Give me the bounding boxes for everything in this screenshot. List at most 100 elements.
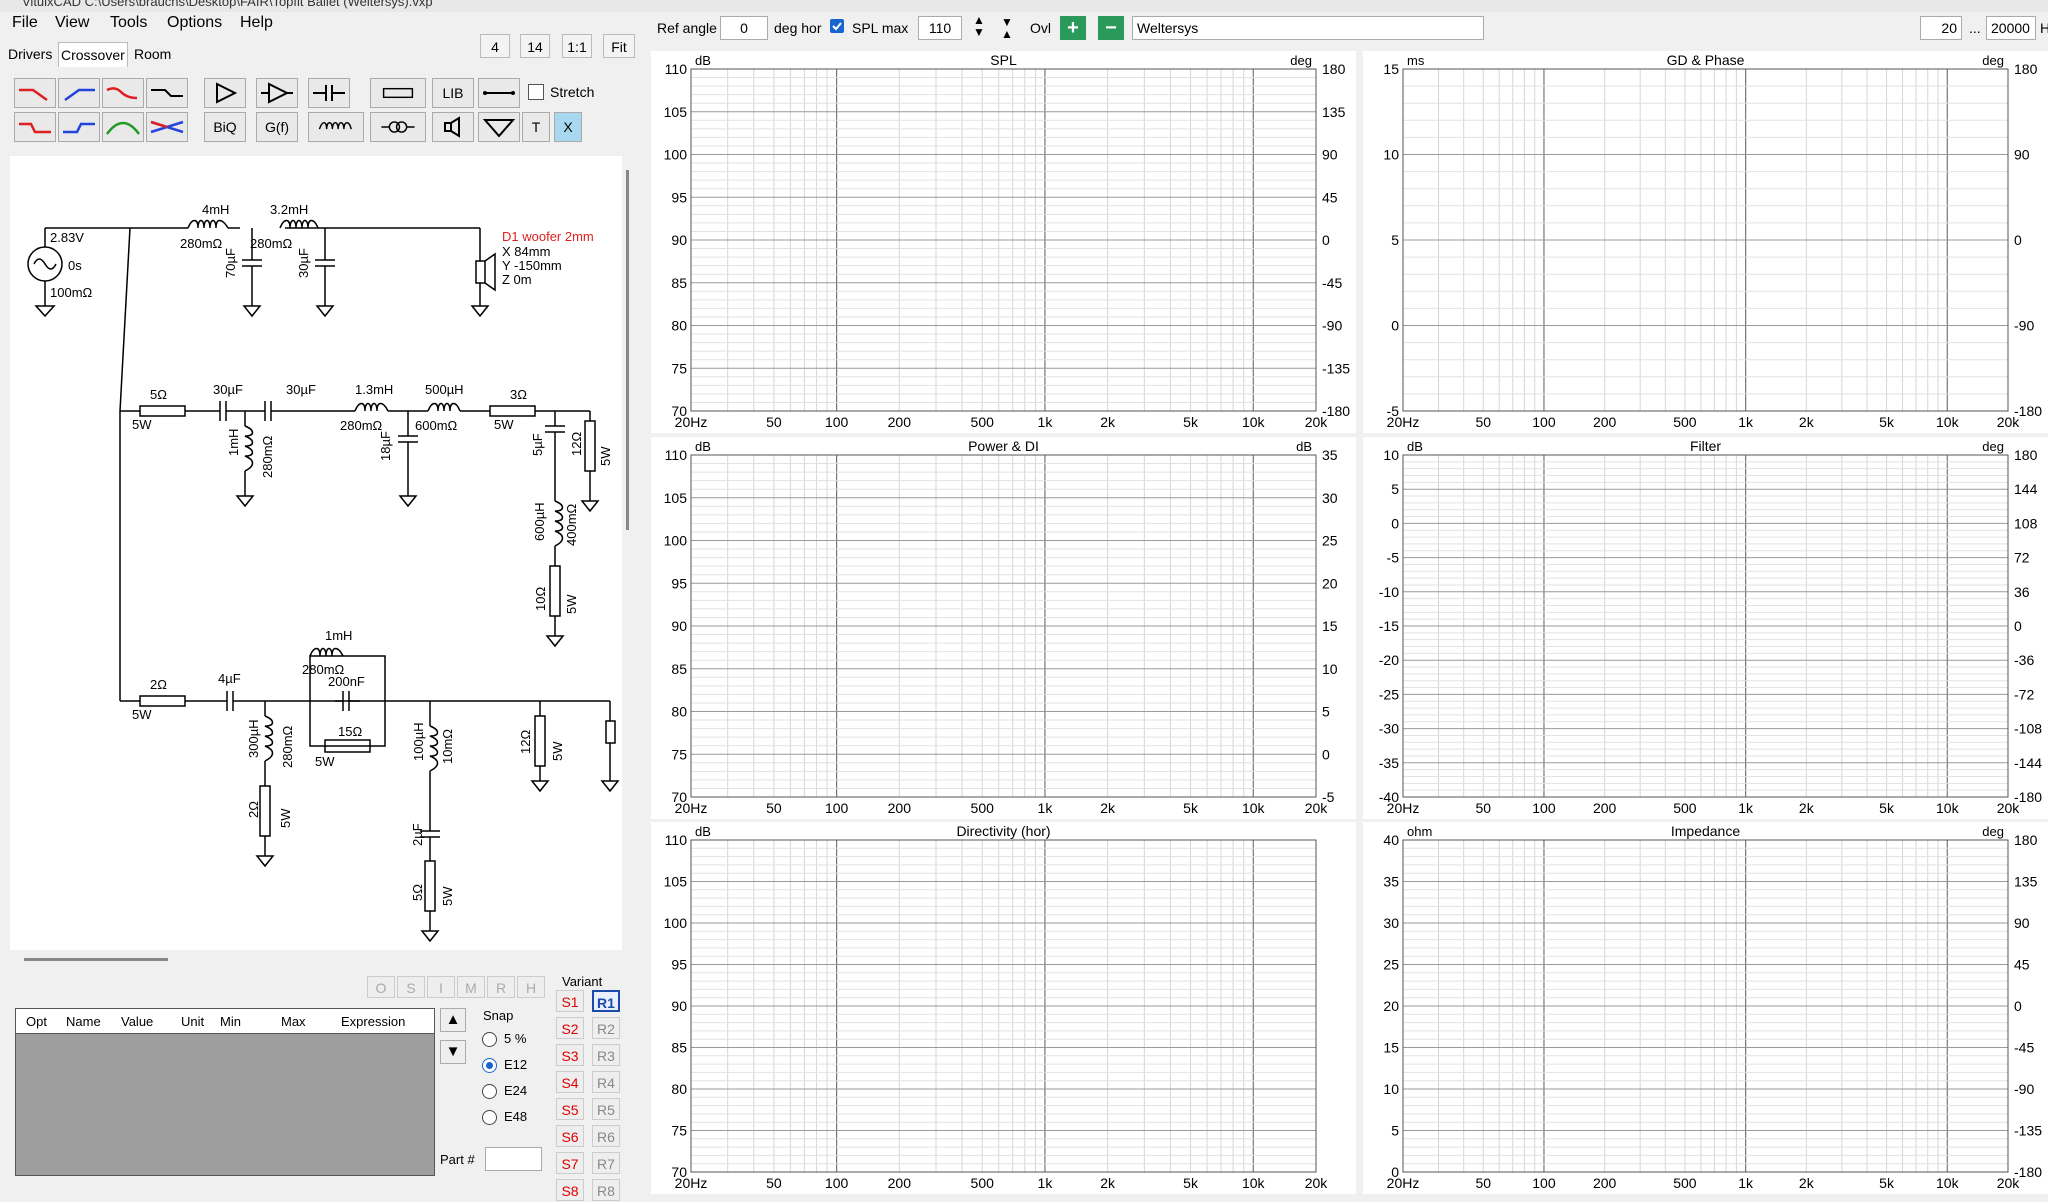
capacitor-button[interactable] [308, 78, 350, 108]
spl-range-toggle-icon[interactable]: ▼ ▲ [996, 16, 1018, 40]
opt-i-button[interactable]: I [427, 976, 455, 998]
y-tick-label: 5 [1391, 481, 1399, 497]
parameter-table[interactable]: Opt Name Value Unit Min Max Expression [15, 1008, 435, 1176]
text-button[interactable]: T [522, 112, 550, 142]
opt-s-button[interactable]: S [397, 976, 425, 998]
step-button[interactable] [146, 78, 188, 108]
amplifier-button[interactable] [256, 78, 298, 108]
driver-button[interactable] [432, 112, 474, 142]
highpass-2nd-button[interactable] [58, 112, 100, 142]
y2-tick-label: 90 [2014, 147, 2030, 163]
snap-e48-radio[interactable] [482, 1110, 497, 1125]
bandpass-button[interactable] [102, 112, 144, 142]
chart-directivity[interactable]: 110 105 100 95 90 85 80 75 70 20Hz 50 100 200 500 1k 2k… [651, 822, 1356, 1194]
variant-s5-button[interactable]: S5 [556, 1098, 584, 1120]
chart-power-di[interactable]: 110 35 105 30 100 25 95 20 90 15 85 10 80 5 75 0 70 -5 20H… [651, 437, 1356, 819]
spl-max-input[interactable]: 110 [918, 16, 962, 40]
variant-r2-button[interactable]: R2 [592, 1017, 620, 1039]
y-tick-label: 85 [671, 661, 687, 677]
chart-spl[interactable]: 110 180 105 135 100 90 95 45 90 0 85 -45 80 -90 75 -135… [651, 51, 1356, 433]
part-number-input[interactable] [485, 1147, 542, 1171]
label-r4: 10Ω [533, 587, 548, 611]
zoom-14-button[interactable]: 14 [520, 34, 550, 58]
schematic-hscrollbar[interactable] [24, 958, 168, 961]
buffer-button[interactable] [204, 78, 246, 108]
lowpass-1st-button[interactable] [14, 78, 56, 108]
variant-s8-button[interactable]: S8 [556, 1179, 584, 1201]
variant-r8-button[interactable]: R8 [592, 1179, 620, 1201]
opt-m-button[interactable]: M [457, 976, 485, 998]
overlay-name-input[interactable]: Weltersys [1132, 16, 1484, 40]
y2-tick-label: 45 [1322, 189, 1338, 205]
inductor-button[interactable] [308, 112, 364, 142]
variant-r3-button[interactable]: R3 [592, 1044, 620, 1066]
variant-s6-button[interactable]: S6 [556, 1125, 584, 1147]
label-l7: 1mH [325, 628, 352, 643]
library-button[interactable]: LIB [432, 78, 474, 108]
chart-filter[interactable]: 10 180 5 144 0 108 -5 72 -10 36 -15 0 -20 -36 -25 -72 -3… [1363, 437, 2048, 819]
snap-e12-radio[interactable] [482, 1058, 497, 1073]
variant-s3-button[interactable]: S3 [556, 1044, 584, 1066]
transfer-function-button[interactable]: G(f) [256, 112, 298, 142]
y2-tick-label: -90 [2014, 318, 2034, 334]
variant-r5-button[interactable]: R5 [592, 1098, 620, 1120]
opt-r-button[interactable]: R [487, 976, 515, 998]
y2-axis-unit: dB [1296, 439, 1312, 454]
lowpass-2nd-button[interactable] [14, 112, 56, 142]
y-tick-label: 0 [1391, 515, 1399, 531]
variant-r6-button[interactable]: R6 [592, 1125, 620, 1147]
resistor-button[interactable] [370, 78, 426, 108]
transformer-button[interactable] [370, 112, 426, 142]
spl-max-checkbox[interactable] [830, 19, 844, 33]
biquad-button[interactable]: BiQ [204, 112, 246, 142]
remove-overlay-minus-icon[interactable]: − [1098, 16, 1124, 40]
delete-button[interactable]: X [554, 112, 582, 142]
tab-drivers[interactable]: Drivers [6, 42, 54, 66]
spl-max-spinner[interactable]: ▲ ▼ [968, 14, 990, 42]
menu-file[interactable]: File [12, 14, 38, 32]
add-overlay-plus-icon[interactable]: + [1060, 16, 1086, 40]
move-up-button[interactable]: ▲ [440, 1008, 466, 1032]
opt-o-button[interactable]: O [367, 976, 395, 998]
highpass-1st-button[interactable] [58, 78, 100, 108]
zoom-1to1-button[interactable]: 1:1 [562, 34, 592, 58]
chart-title: GD & Phase [1667, 52, 1745, 68]
zoom-fit-button[interactable]: Fit [603, 34, 635, 58]
menu-view[interactable]: View [55, 14, 89, 32]
variant-s7-button[interactable]: S7 [556, 1152, 584, 1174]
menu-tools[interactable]: Tools [110, 14, 147, 32]
variant-r4-button[interactable]: R4 [592, 1071, 620, 1093]
x-tick-label: 2k [1799, 414, 1815, 430]
y2-tick-label: 90 [2014, 915, 2030, 931]
col-value: Value [121, 1014, 154, 1029]
move-down-button[interactable]: ▼ [440, 1040, 466, 1064]
lowpass-shelf-button[interactable] [102, 78, 144, 108]
variant-s2-button[interactable]: S2 [556, 1017, 584, 1039]
variant-s1-button[interactable]: S1 [556, 990, 584, 1012]
tab-crossover[interactable]: Crossover [58, 42, 128, 67]
schematic-vscrollbar[interactable] [626, 170, 629, 530]
stretch-checkbox[interactable] [528, 84, 544, 100]
freq-min-input[interactable]: 20 [1920, 16, 1962, 40]
menu-help[interactable]: Help [240, 14, 273, 32]
tab-room[interactable]: Room [132, 42, 173, 66]
opt-h-button[interactable]: H [517, 976, 545, 998]
wire-button[interactable] [478, 78, 520, 108]
chart-impedance[interactable]: 40 180 35 135 30 90 25 45 20 0 15 -45 10 -90 5 -135 0 -18… [1363, 822, 2048, 1194]
allpass-button[interactable] [146, 112, 188, 142]
zoom-4-button[interactable]: 4 [480, 34, 510, 58]
variant-r7-button[interactable]: R7 [592, 1152, 620, 1174]
freq-max-input[interactable]: 20000 [1986, 16, 2036, 40]
ref-angle-input[interactable]: 0 [720, 16, 768, 40]
variant-s4-button[interactable]: S4 [556, 1071, 584, 1093]
x-tick-label: 20Hz [1387, 1175, 1420, 1191]
variant-r1-button[interactable]: R1 [592, 990, 620, 1012]
ground-button[interactable] [478, 112, 520, 142]
schematic-canvas[interactable]: 2.83V 0s 100mΩ D1 woofer 2mm X 84mm Y -1… [10, 156, 622, 950]
menu-options[interactable]: Options [167, 14, 222, 32]
snap-5pct-radio[interactable] [482, 1032, 497, 1047]
chart-gd-phase[interactable]: 15 180 10 90 5 0 0 -90 -5 -180 20Hz 50 100 200 500 1k 2k… [1363, 51, 2048, 433]
label-l2: 3.2mH [270, 202, 308, 217]
x-tick-label: 1k [1738, 800, 1754, 816]
snap-e24-radio[interactable] [482, 1084, 497, 1099]
